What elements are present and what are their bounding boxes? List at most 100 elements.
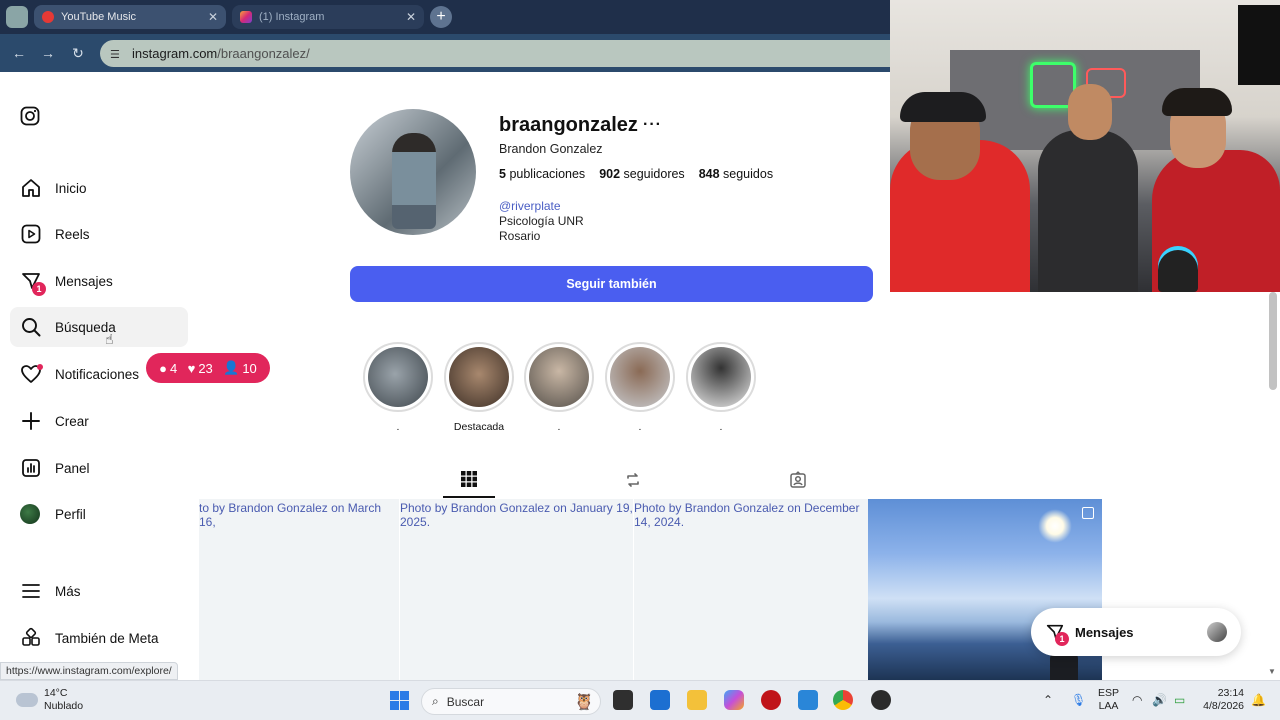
taskbar-search[interactable]: ⌕ Buscar 🦉 xyxy=(421,688,601,715)
store-icon[interactable] xyxy=(650,690,670,710)
clock[interactable]: 23:14 4/8/2026 xyxy=(1198,687,1244,713)
profile-avatar xyxy=(20,503,42,525)
close-icon[interactable]: ✕ xyxy=(208,10,218,24)
tab-title: YouTube Music xyxy=(61,11,137,23)
story-highlight[interactable]: . xyxy=(685,342,757,435)
bio-mention-link[interactable]: @riverplate xyxy=(499,199,561,213)
tab-youtube-music[interactable]: YouTube Music ✕ xyxy=(34,5,226,29)
tab-posts-grid[interactable] xyxy=(443,462,495,498)
followers-stat[interactable]: 902 seguidores xyxy=(599,167,685,181)
story-highlight[interactable]: . xyxy=(604,342,676,435)
site-info-icon[interactable]: ☰ xyxy=(110,48,124,61)
new-tab-button[interactable]: + xyxy=(430,6,452,28)
sidebar-item-label: Crear xyxy=(55,413,89,429)
messages-badge: 1 xyxy=(32,282,46,296)
posts-stat: 5 publicaciones xyxy=(499,167,586,181)
sidebar-item-label: Reels xyxy=(55,226,90,242)
battery-icon[interactable]: ▭ xyxy=(1174,693,1185,707)
windows-taskbar: 14°C Nublado ⌕ Buscar 🦉 ⌃ 🎙 ESP LAA ◠ 🔊 ▭ … xyxy=(0,680,1280,720)
weather-widget[interactable]: 14°C Nublado xyxy=(16,687,83,713)
story-highlight[interactable]: Destacada xyxy=(443,342,515,435)
copilot-icon[interactable] xyxy=(724,690,744,710)
tab-actions-button[interactable] xyxy=(6,6,28,28)
scroll-down-arrow[interactable]: ▼ xyxy=(1268,667,1276,676)
story-highlight[interactable]: . xyxy=(362,342,434,435)
story-highlight[interactable]: . xyxy=(523,342,595,435)
tab-instagram[interactable]: (1) Instagram ✕ xyxy=(232,5,424,29)
weather-condition: Nublado xyxy=(44,700,84,712)
notification-bell-icon[interactable]: 🔔 xyxy=(1251,693,1266,707)
post-thumbnail[interactable]: Photo by Brandon Gonzalez on December 14… xyxy=(634,499,868,680)
messages-floating-button[interactable]: 1 Mensajes xyxy=(1031,608,1241,656)
sidebar-item-label: Mensajes xyxy=(55,273,113,289)
sidebar-item-label: Notificaciones xyxy=(55,366,140,382)
sidebar-item-mensajes[interactable]: 1 Mensajes xyxy=(10,261,188,301)
sidebar-item-tambien-de-meta[interactable]: También de Meta xyxy=(10,618,188,658)
post-alt-text: to by Brandon Gonzalez on March 16, xyxy=(199,501,382,529)
follow-count: 10 xyxy=(242,360,257,376)
follow-back-button[interactable]: Seguir también xyxy=(350,266,873,302)
post-thumbnail[interactable]: to by Brandon Gonzalez on March 16, xyxy=(199,499,399,680)
close-icon[interactable]: ✕ xyxy=(406,10,416,24)
search-icon: ⌕ xyxy=(432,694,439,708)
notification-dot xyxy=(37,364,43,370)
instagram-favicon-icon xyxy=(240,11,252,23)
chevron-up-icon[interactable]: ⌃ xyxy=(1043,693,1053,707)
sidebar-item-busqueda[interactable]: Búsqueda ☝ xyxy=(10,307,188,347)
menu-icon xyxy=(20,580,42,602)
notifications-summary-pill[interactable]: ● 4 ♥ 23 👤 10 xyxy=(146,353,270,383)
url-host: instagram.com xyxy=(132,46,218,61)
file-explorer-icon[interactable] xyxy=(687,690,707,710)
search-icon xyxy=(20,316,42,338)
tab-reposts[interactable] xyxy=(607,462,659,498)
sidebar-item-inicio[interactable]: Inicio xyxy=(10,168,188,208)
volume-icon[interactable]: 🔊 xyxy=(1152,693,1167,707)
youtube-music-icon xyxy=(42,11,54,23)
chrome-icon[interactable] xyxy=(833,690,853,710)
grid-icon xyxy=(461,471,477,487)
sidebar-item-mas[interactable]: Más xyxy=(10,571,188,611)
highlight-label: . xyxy=(396,421,400,433)
back-icon[interactable]: ← xyxy=(9,43,29,63)
app-icon[interactable] xyxy=(761,690,781,710)
post-thumbnail[interactable]: Photo by Brandon Gonzalez on January 19,… xyxy=(400,499,633,680)
post-alt-text: Photo by Brandon Gonzalez on January 19,… xyxy=(400,501,633,529)
address-bar[interactable]: ☰ instagram.com/braangonzalez/ xyxy=(100,40,890,67)
task-view-icon[interactable] xyxy=(613,690,633,710)
forward-icon[interactable]: → xyxy=(38,43,58,63)
sidebar-item-perfil[interactable]: Perfil xyxy=(10,494,188,534)
bio-line: Rosario xyxy=(499,229,541,243)
post-alt-text: Photo by Brandon Gonzalez on December 14… xyxy=(634,501,860,529)
temperature: 14°C xyxy=(44,687,68,699)
instagram-logo-icon[interactable] xyxy=(20,106,40,131)
highlight-label: Destacada xyxy=(453,421,505,433)
messenger-icon: 1 xyxy=(20,270,46,296)
sidebar-item-label: Panel xyxy=(55,460,90,476)
comment-icon: ● xyxy=(159,360,168,376)
wifi-icon[interactable]: ◠ xyxy=(1132,693,1142,707)
more-options-button[interactable]: ··· xyxy=(643,116,662,134)
sidebar-item-label: También de Meta xyxy=(55,630,159,646)
link-status-url: https://www.instagram.com/explore/ xyxy=(0,662,178,680)
obs-icon[interactable] xyxy=(871,690,891,710)
language-indicator[interactable]: ESP LAA xyxy=(1098,687,1119,713)
messages-label: Mensajes xyxy=(1075,624,1134,640)
comment-count: 4 xyxy=(170,360,178,376)
page-scrollbar[interactable] xyxy=(1269,292,1277,390)
profile-avatar-large[interactable] xyxy=(350,109,476,235)
windows-start-icon[interactable] xyxy=(390,691,409,710)
sidebar-item-reels[interactable]: Reels xyxy=(10,214,188,254)
reload-icon[interactable]: ↻ xyxy=(68,43,88,63)
microphone-icon[interactable]: 🎙 xyxy=(1071,693,1086,707)
following-stat[interactable]: 848 seguidos xyxy=(699,167,773,181)
browser-tab-strip: YouTube Music ✕ (1) Instagram ✕ + xyxy=(0,0,890,34)
owl-icon: 🦉 xyxy=(574,693,594,711)
sidebar-item-panel[interactable]: Panel xyxy=(10,448,188,488)
plus-icon xyxy=(20,410,42,432)
sidebar-item-crear[interactable]: Crear xyxy=(10,401,188,441)
app-icon[interactable] xyxy=(798,690,818,710)
hand-cursor-icon: ☝ xyxy=(105,331,114,347)
repost-icon xyxy=(627,473,639,487)
profile-tabs xyxy=(443,462,843,498)
tab-tagged[interactable] xyxy=(772,462,824,498)
